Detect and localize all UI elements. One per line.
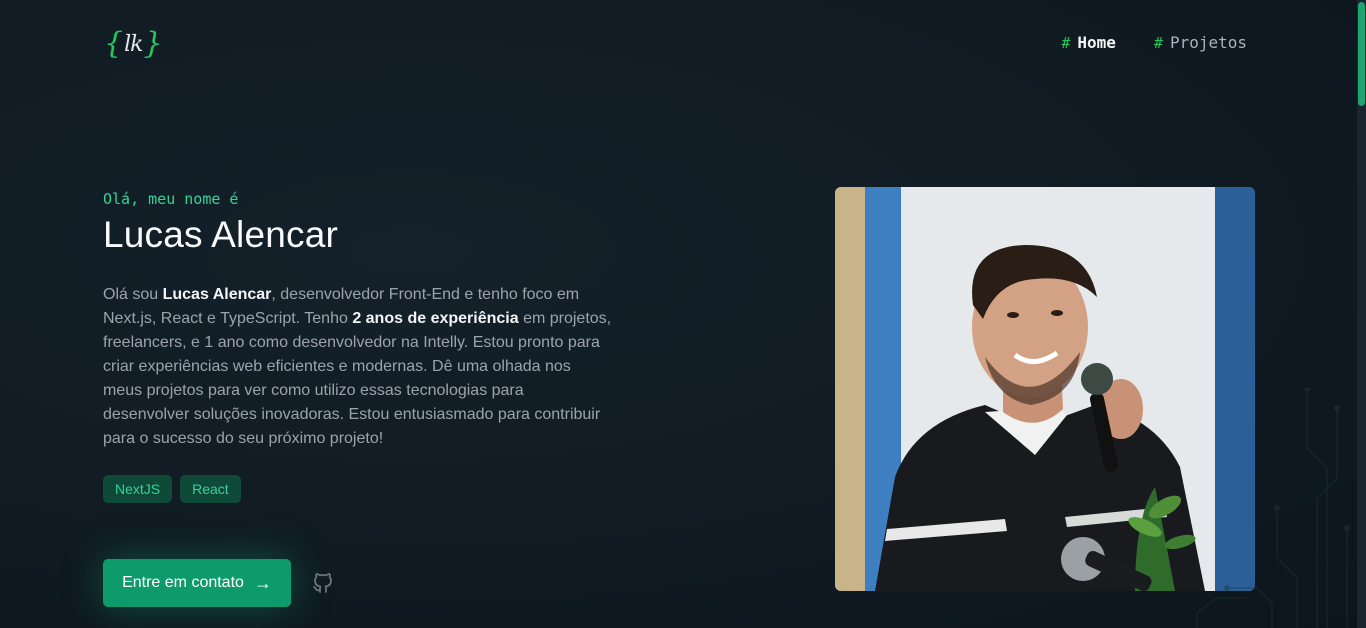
logo-initials: lk: [124, 31, 143, 57]
nav-label: Home: [1077, 33, 1116, 52]
logo-right-brace: }: [143, 26, 163, 61]
github-icon[interactable]: [311, 571, 335, 595]
arrow-right-icon: →: [253, 572, 272, 593]
site-header: { lk } # Home # Projetos: [0, 0, 1357, 90]
hero-name: Lucas Alencar: [103, 214, 339, 255]
contact-button[interactable]: Entre em contato →: [103, 559, 291, 607]
circuit-decoration: [1196, 388, 1350, 628]
nav-hash-icon: #: [1061, 33, 1071, 52]
scrollbar[interactable]: [1357, 0, 1366, 628]
greeting: Olá, meu nome é: [103, 190, 239, 208]
nav-label: Projetos: [1169, 33, 1247, 52]
logo[interactable]: { lk }: [104, 24, 163, 64]
scrollbar-thumb[interactable]: [1358, 2, 1365, 106]
nav-item-projetos[interactable]: # Projetos: [1154, 33, 1247, 52]
bio-highlight-name: Lucas Alencar: [162, 286, 272, 303]
contact-button-label: Entre em contato: [122, 574, 244, 591]
bio-text: Olá sou: [103, 286, 163, 303]
main-nav: # Home # Projetos: [1061, 33, 1247, 52]
bio-text: em projetos, freelancers, e 1 ano como d…: [103, 310, 612, 447]
tech-tags: NextJS React: [103, 475, 241, 503]
nav-hash-icon: #: [1153, 33, 1163, 52]
bio-highlight-experience: 2 anos de experiência: [352, 310, 519, 327]
tag-nextjs: NextJS: [103, 475, 173, 503]
tag-react: React: [180, 475, 241, 503]
nav-item-home[interactable]: # Home: [1061, 33, 1116, 52]
hero-bio: Olá sou Lucas Alencar, desenvolvedor Fro…: [103, 283, 613, 451]
logo-left-brace: {: [104, 26, 124, 61]
